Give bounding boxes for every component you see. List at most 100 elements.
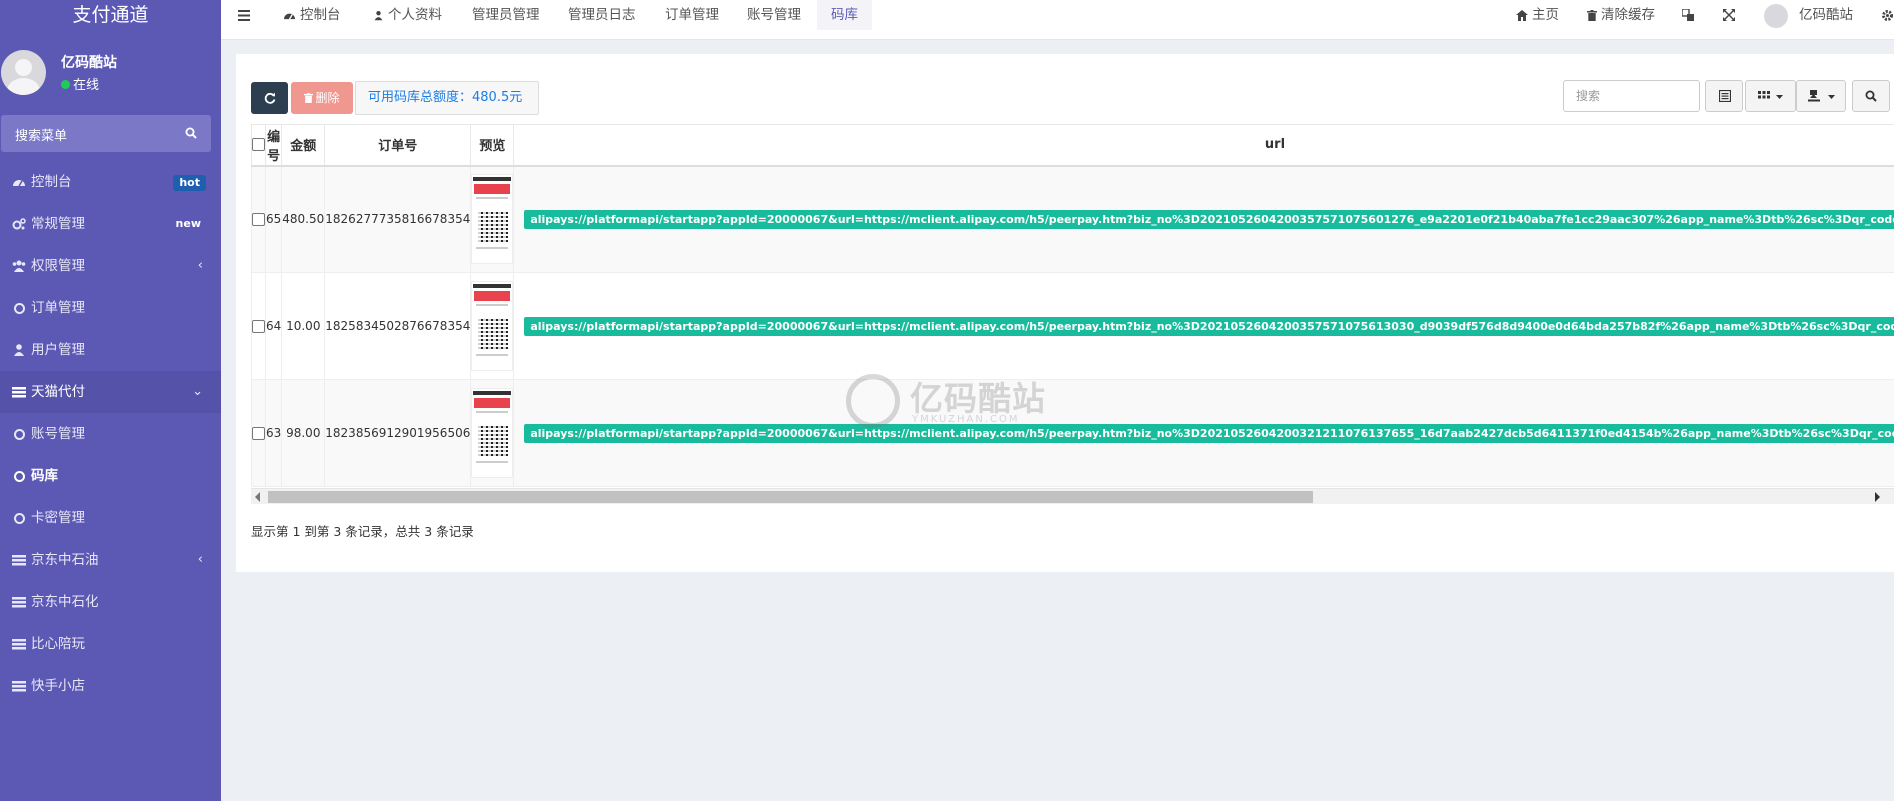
user-panel: 亿码酷站 在线 <box>0 30 221 114</box>
tab-codebase[interactable]: 码库 <box>817 0 872 30</box>
horizontal-scrollbar[interactable] <box>251 488 1894 504</box>
list-icon <box>12 555 26 566</box>
user-icon <box>374 10 383 21</box>
hamburger-menu-icon[interactable] <box>238 10 250 21</box>
list-icon <box>12 387 26 398</box>
sidebar-item-label: 京东中石油 <box>31 552 99 568</box>
sidebar-item-label: 天猫代付 <box>31 384 85 400</box>
chevron-left-icon: ‹ <box>197 258 203 273</box>
refresh-button[interactable] <box>251 82 288 114</box>
sidebar-item-accounts[interactable]: 账号管理 <box>0 413 221 455</box>
home-link[interactable]: 主页 <box>1516 0 1559 30</box>
tab-label: 管理员日志 <box>568 7 636 23</box>
list-view-icon <box>1719 90 1731 102</box>
user-status: 在线 <box>61 74 99 93</box>
search-icon[interactable] <box>185 127 197 139</box>
row-select-cell <box>251 165 266 273</box>
fullscreen-icon[interactable] <box>1723 9 1735 21</box>
scrollbar-thumb[interactable] <box>268 491 1313 503</box>
tab-dashboard[interactable]: 控制台 <box>283 0 341 30</box>
tab-profile[interactable]: 个人资料 <box>373 0 442 30</box>
translate-icon[interactable] <box>1682 9 1694 21</box>
gear-icon[interactable] <box>1881 9 1894 22</box>
qr-code-icon <box>478 212 509 243</box>
tab-admin-log[interactable]: 管理员日志 <box>568 0 636 30</box>
home-icon <box>1516 10 1528 21</box>
tab-label: 控制台 <box>300 7 341 23</box>
circle-o-icon <box>14 471 25 482</box>
tab-account-manage[interactable]: 账号管理 <box>747 0 801 30</box>
row-checkbox[interactable] <box>252 213 265 227</box>
clear-cache-button[interactable]: 清除缓存 <box>1587 0 1655 30</box>
grid-icon <box>1758 91 1770 99</box>
sidebar-item-label: 权限管理 <box>31 258 85 274</box>
sidebar-item-tmall[interactable]: 天猫代付 ⌄ <box>0 371 221 413</box>
row-checkbox[interactable] <box>252 320 265 333</box>
cogs-icon <box>12 218 26 230</box>
column-header-url[interactable]: url <box>513 124 1894 167</box>
row-checkbox[interactable] <box>252 427 265 440</box>
sidebar-item-label: 京东中石化 <box>31 594 99 610</box>
sidebar-search-input[interactable]: 搜索菜单 <box>1 115 211 152</box>
table-row[interactable]: 63 98.00 1823856912901956506 alipays://p… <box>251 379 1894 487</box>
sidebar-item-cards[interactable]: 卡密管理 <box>0 497 221 539</box>
toggle-view-button[interactable] <box>1705 80 1743 112</box>
sidebar-item-label: 常规管理 <box>31 216 85 232</box>
avatar <box>1 50 46 95</box>
tab-label: 个人资料 <box>388 7 442 23</box>
columns-dropdown-button[interactable] <box>1745 80 1796 112</box>
tab-label: 订单管理 <box>665 7 719 23</box>
delete-label: 删除 <box>315 91 340 105</box>
sidebar-item-general[interactable]: 常规管理 new <box>0 203 221 245</box>
qr-preview-thumbnail[interactable] <box>471 281 514 371</box>
new-badge: new <box>175 217 201 230</box>
advanced-search-button[interactable] <box>1852 80 1890 112</box>
column-header-order-no[interactable]: 订单号 <box>324 124 472 167</box>
cell-id: 63 <box>264 379 283 487</box>
list-icon <box>12 639 26 650</box>
select-all-cell <box>251 124 266 167</box>
circle-o-icon <box>14 303 25 314</box>
sidebar-item-jd-petrochina[interactable]: 京东中石油 ‹ <box>0 539 221 581</box>
tab-order-manage[interactable]: 订单管理 <box>665 0 719 30</box>
qr-code-icon <box>478 426 509 456</box>
cell-id: 65 <box>264 165 283 273</box>
sidebar-item-codebase[interactable]: 码库 <box>0 455 221 497</box>
quota-total-label: 可用码库总额度：480.5元 <box>355 81 539 115</box>
column-header-id[interactable]: 编号 <box>264 124 283 167</box>
qr-preview-thumbnail[interactable] <box>471 174 514 265</box>
top-avatar[interactable] <box>1764 4 1788 28</box>
tab-admin-manage[interactable]: 管理员管理 <box>472 0 540 30</box>
select-all-checkbox[interactable] <box>252 138 265 152</box>
sidebar-item-jd-sinopec[interactable]: 京东中石化 <box>0 581 221 623</box>
user-icon <box>14 344 24 356</box>
delete-button[interactable]: 删除 <box>291 82 353 114</box>
sidebar-item-label: 快手小店 <box>31 678 85 694</box>
export-dropdown-button[interactable] <box>1796 80 1846 112</box>
sidebar-item-kuaishou[interactable]: 快手小店 <box>0 665 221 707</box>
sidebar-item-label: 控制台 <box>31 174 72 190</box>
scroll-right-arrow-icon[interactable] <box>1875 492 1880 502</box>
sidebar-item-users[interactable]: 用户管理 <box>0 329 221 371</box>
row-select-cell <box>251 272 266 380</box>
table-row[interactable]: 65 480.50 1826277735816678354 alipays://… <box>251 165 1894 273</box>
table-row[interactable]: 64 10.00 1825834502876678354 alipays://p… <box>251 272 1894 380</box>
sidebar-item-orders[interactable]: 订单管理 <box>0 287 221 329</box>
caret-down-icon <box>1776 95 1783 99</box>
cell-order-no: 1825834502876678354 <box>324 272 472 380</box>
cell-order-no: 1826277735816678354 <box>324 165 472 273</box>
sidebar-item-dashboard[interactable]: 控制台 hot <box>0 161 221 203</box>
sidebar-item-label: 用户管理 <box>31 342 85 358</box>
table-search-input[interactable]: 搜索 <box>1563 80 1700 112</box>
column-header-amount[interactable]: 金额 <box>281 124 326 167</box>
sidebar-item-bixin[interactable]: 比心陪玩 <box>0 623 221 665</box>
top-user-name[interactable]: 亿码酷站 <box>1799 0 1853 30</box>
sidebar-item-permission[interactable]: 权限管理 ‹ <box>0 245 221 287</box>
qr-preview-thumbnail[interactable] <box>471 388 514 478</box>
dashboard-icon <box>13 180 25 187</box>
column-header-preview[interactable]: 预览 <box>470 124 515 167</box>
scroll-left-arrow-icon[interactable] <box>255 492 260 502</box>
export-icon <box>1808 90 1820 102</box>
circle-o-icon <box>14 513 25 524</box>
clear-cache-label: 清除缓存 <box>1601 7 1655 23</box>
